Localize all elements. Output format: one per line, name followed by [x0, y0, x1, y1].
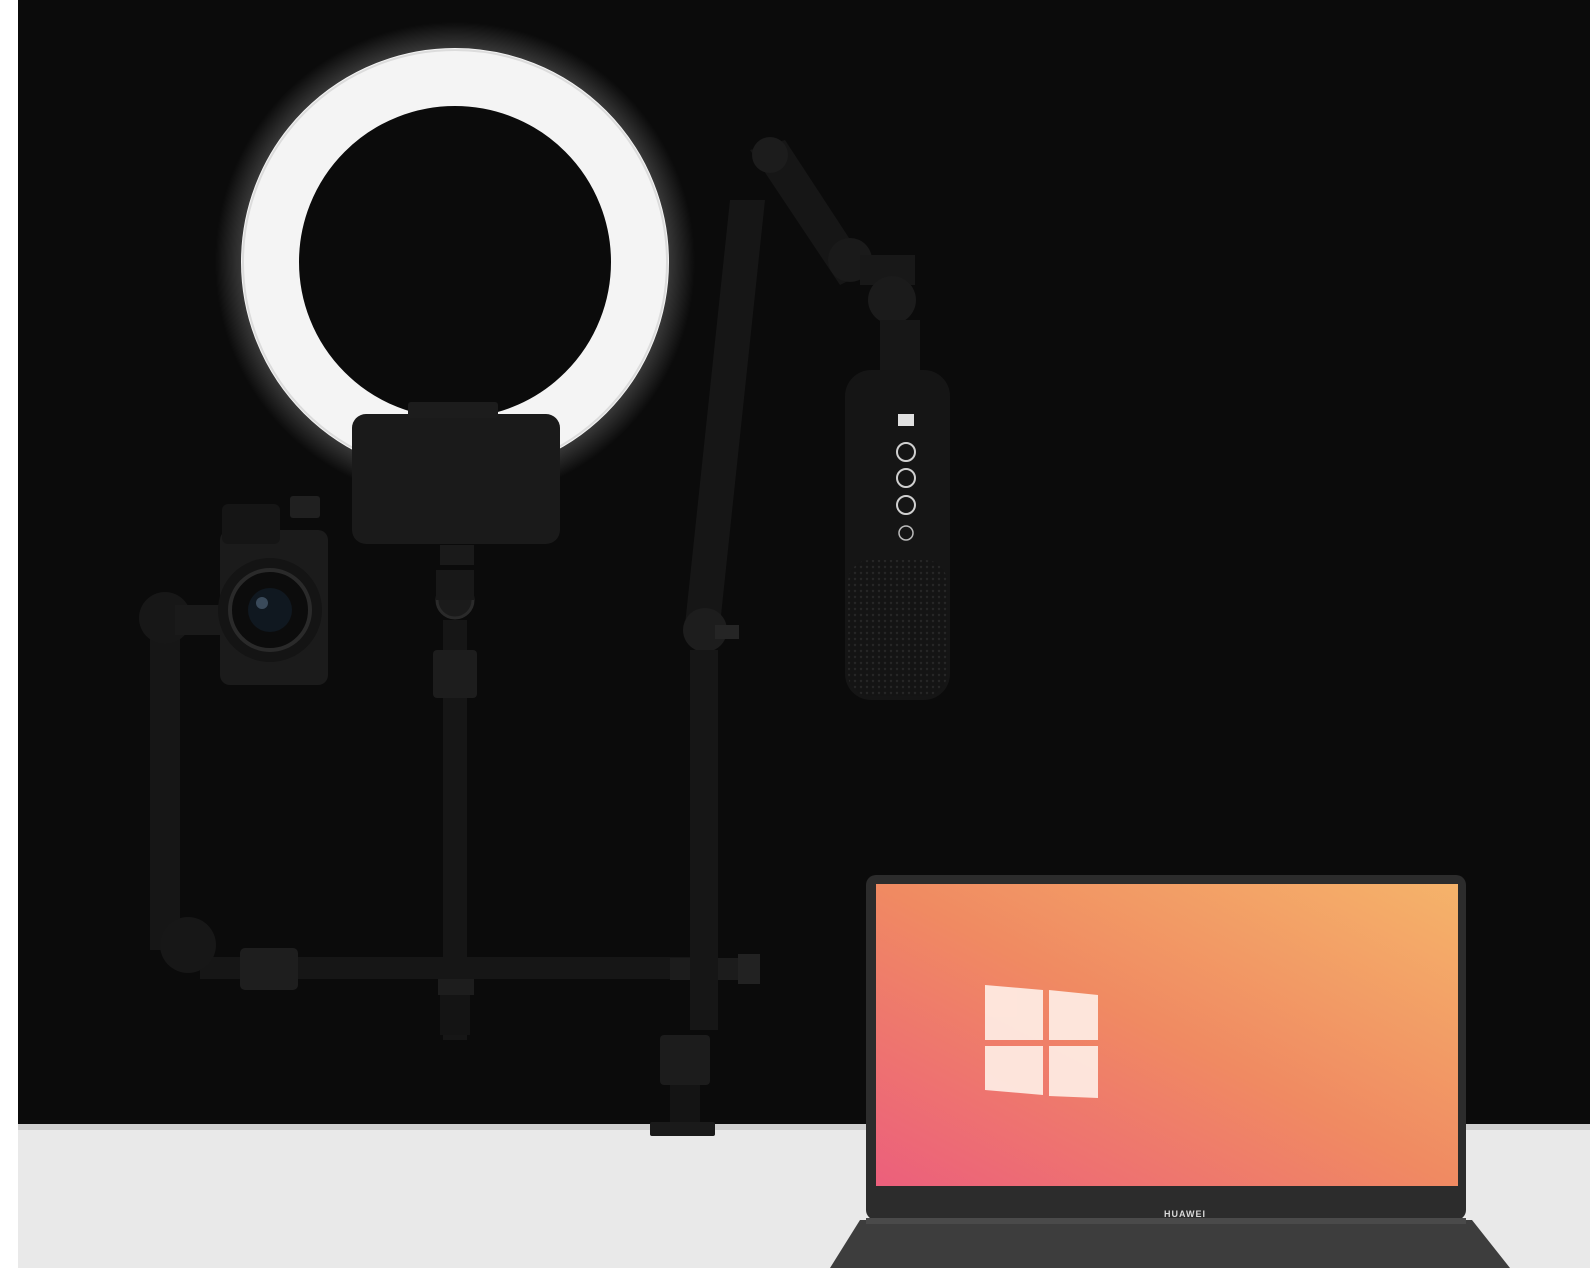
product-photo: HUAWEI [0, 0, 1590, 1268]
microphone-icon [845, 370, 950, 700]
photo-illustration [18, 0, 1590, 1268]
laptop-brand-label: HUAWEI [1164, 1209, 1206, 1219]
